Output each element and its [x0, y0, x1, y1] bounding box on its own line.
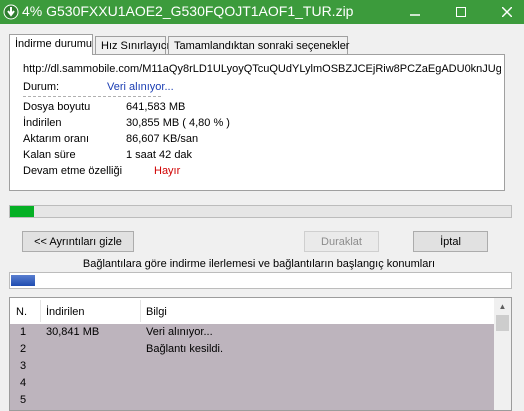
title-bar: 4% G530FXXU1AOE2_G530FQOJT1AOF1_TUR.zip: [0, 0, 524, 24]
list-header: N. İndirilen Bilgi: [10, 298, 495, 325]
column-header-number[interactable]: N.: [16, 306, 27, 318]
list-row[interactable]: 5: [10, 392, 494, 409]
detail-value: 1 saat 42 dak: [126, 149, 193, 161]
list-row[interactable]: 3: [10, 358, 494, 375]
detail-label: İndirilen: [23, 117, 62, 129]
download-progress-bar: [9, 205, 512, 218]
status-value: Veri alınıyor...: [107, 81, 174, 93]
tab-label: Tamamlandıktan sonraki seçenekler: [174, 40, 350, 52]
tab-label: Hız Sınırlayıcı: [101, 40, 170, 52]
row-info: Veri alınıyor...: [146, 326, 213, 338]
vertical-scrollbar[interactable]: ▲: [494, 298, 511, 410]
window-title: 4% G530FXXU1AOE2_G530FQOJT1AOF1_TUR.zip: [22, 3, 354, 19]
tab-speed-limiter[interactable]: Hız Sınırlayıcı: [95, 36, 170, 54]
maximize-icon: [456, 7, 466, 17]
status-row: Durum: Veri alınıyor...: [23, 81, 174, 93]
detail-value: 641,583 MB: [126, 101, 186, 113]
detail-value: Hayır: [154, 165, 181, 177]
detail-label: Devam etme özelliği: [23, 165, 123, 177]
hide-details-button[interactable]: << Ayrıntıları gizle: [22, 231, 134, 252]
download-arrow-icon: [3, 4, 19, 20]
row-number: 3: [20, 360, 27, 372]
row-number: 5: [20, 394, 27, 406]
pause-button[interactable]: Duraklat: [304, 231, 379, 252]
column-divider[interactable]: [140, 300, 141, 322]
connections-list[interactable]: N. İndirilen Bilgi 1 30,841 MB Veri alın…: [9, 297, 512, 411]
minimize-icon: [410, 14, 420, 16]
detail-value: 30,855 MB ( 4,80 % ): [126, 117, 230, 129]
close-icon: [502, 7, 512, 17]
row-number: 1: [20, 326, 27, 338]
detail-label: Dosya boyutu: [23, 101, 91, 113]
status-label: Durum:: [23, 81, 60, 93]
detail-value: 86,607 KB/san: [126, 133, 199, 145]
progress-fill: [10, 206, 35, 217]
progress-fill: [11, 275, 36, 286]
row-number: 4: [20, 377, 27, 389]
tab-download-status[interactable]: İndirme durumu: [9, 34, 93, 55]
tab-completion-options[interactable]: Tamamlandıktan sonraki seçenekler: [168, 36, 350, 54]
minimize-button[interactable]: [400, 0, 430, 24]
connections-progress-bar: [9, 272, 512, 289]
download-url: http://dl.sammobile.com/M11aQy8rLD1ULyoy…: [23, 63, 501, 75]
connections-caption: Bağlantılara göre indirme ilerlemesi ve …: [82, 258, 436, 270]
divider: [23, 96, 161, 97]
row-number: 2: [20, 343, 27, 355]
tab-label: İndirme durumu: [15, 38, 93, 50]
list-row[interactable]: 2 Bağlantı kesildi.: [10, 341, 494, 358]
column-header-info[interactable]: Bilgi: [146, 306, 167, 318]
maximize-button[interactable]: [446, 0, 476, 24]
detail-label: Aktarım oranı: [23, 133, 90, 145]
row-info: Bağlantı kesildi.: [146, 343, 224, 355]
scroll-thumb[interactable]: [496, 315, 509, 331]
row-downloaded: 30,841 MB: [46, 326, 100, 338]
list-body: 1 30,841 MB Veri alınıyor... 2 Bağlantı …: [10, 324, 494, 410]
column-header-downloaded[interactable]: İndirilen: [46, 306, 85, 318]
list-row[interactable]: 4: [10, 375, 494, 392]
column-divider[interactable]: [40, 300, 41, 322]
scroll-up-icon[interactable]: ▲: [494, 298, 511, 315]
detail-label: Kalan süre: [23, 149, 76, 161]
list-row[interactable]: 1 30,841 MB Veri alınıyor...: [10, 324, 494, 341]
cancel-button[interactable]: İptal: [413, 231, 488, 252]
close-button[interactable]: [492, 0, 522, 24]
download-status-panel: http://dl.sammobile.com/M11aQy8rLD1ULyoy…: [9, 54, 505, 191]
